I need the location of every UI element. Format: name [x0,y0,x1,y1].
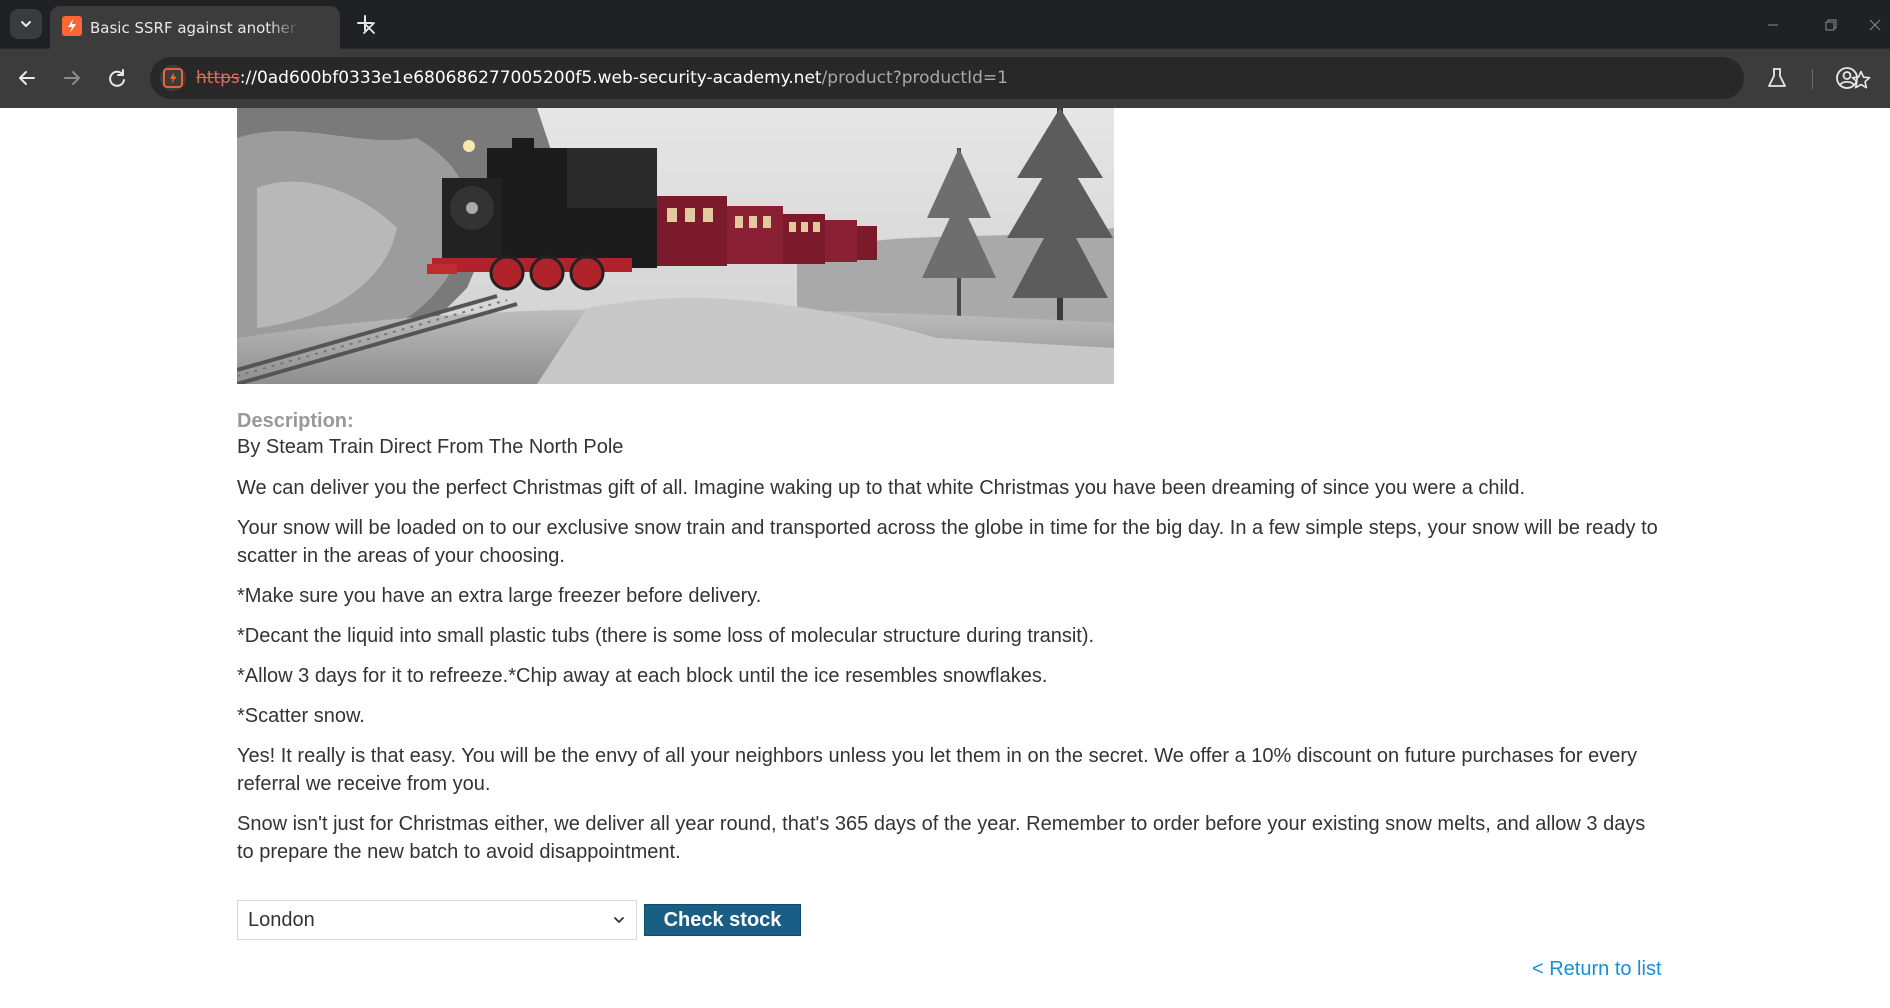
url-scheme: https [196,68,240,88]
description-paragraph: Your snow will be loaded on to our exclu… [237,517,1658,567]
back-arrow-icon [19,71,35,85]
steam-train-icon [237,108,1114,384]
tab-search-button[interactable] [10,9,42,39]
description-paragraph: *Make sure you have an extra large freez… [237,585,762,607]
new-tab-plus-icon[interactable] [354,12,376,34]
check-stock-button[interactable]: Check stock [644,904,801,936]
back-button[interactable] [14,65,40,91]
description-paragraph: Snow isn't just for Christmas either, we… [237,813,1646,863]
url-text[interactable]: https://0ad600bf0333e1e680686277005200f5… [196,68,1008,88]
active-tab[interactable]: Basic SSRF against another back-end syst… [50,6,375,49]
profile-icon[interactable] [1834,65,1860,91]
description-paragraph: *Decant the liquid into small plastic tu… [237,625,1095,647]
chevron-down-icon [21,21,31,27]
labs-flask-icon[interactable] [1764,65,1790,91]
description-paragraph: Yes! It really is that easy. You will be… [237,745,1638,795]
lab-favicon-icon [62,16,82,36]
description-label: Description: [237,410,354,432]
return-to-list-link[interactable]: < Return to list [1532,958,1662,981]
store-select-value: London [248,908,315,931]
close-window-button[interactable] [1860,0,1890,49]
chevron-down-icon [614,917,624,923]
reload-icon [109,69,125,87]
product-description: Description: By Steam Train Direct From … [237,408,1667,878]
reload-button[interactable] [104,65,130,91]
restore-button[interactable] [1802,0,1860,49]
page-content: Description: By Steam Train Direct From … [0,108,1890,1008]
description-paragraph: We can deliver you the perfect Christmas… [237,477,1526,499]
window-controls [1744,0,1890,49]
store-select[interactable]: London [237,900,637,940]
stock-check-form: London Check stock [237,900,801,940]
browser-tab-bar: Basic SSRF against another back-end syst… [0,0,1890,49]
restore-icon [1825,19,1837,30]
forward-button[interactable] [59,65,85,91]
address-bar[interactable]: https://0ad600bf0333e1e680686277005200f5… [150,57,1871,99]
forward-arrow-icon [64,71,80,85]
close-window-icon [1869,19,1881,30]
url-host: ://0ad600bf0333e1e680686277005200f5.web-… [239,68,822,88]
minimize-icon [1768,24,1778,25]
minimize-button[interactable] [1744,0,1802,49]
tab-title: Basic SSRF against another back-end syst… [90,19,300,37]
lab-site-icon [163,68,183,88]
description-paragraph: *Allow 3 days for it to refreeze.*Chip a… [237,665,1048,687]
url-path: /product?productId=1 [821,68,1008,88]
description-paragraph: *Scatter snow. [237,705,365,727]
browser-toolbar: https://0ad600bf0333e1e680686277005200f5… [0,49,1890,108]
toolbar-separator [1812,69,1813,89]
site-info-button[interactable] [160,65,186,91]
product-image [237,108,1114,384]
product-name: By Steam Train Direct From The North Pol… [237,436,624,458]
